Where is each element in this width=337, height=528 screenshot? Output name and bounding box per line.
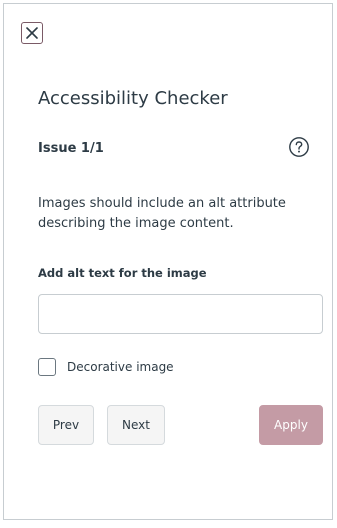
close-button[interactable] — [21, 22, 43, 44]
apply-button[interactable]: Apply — [259, 405, 323, 445]
decorative-image-row: Decorative image — [38, 358, 174, 376]
question-circle-icon[interactable] — [288, 136, 310, 158]
prev-button[interactable]: Prev — [38, 405, 94, 445]
close-icon — [26, 27, 38, 39]
dialog-title: Accessibility Checker — [38, 88, 228, 109]
alt-text-input[interactable] — [38, 294, 323, 334]
issue-counter: Issue 1/1 — [38, 141, 104, 156]
next-button[interactable]: Next — [107, 405, 165, 445]
accessibility-checker-panel: Accessibility Checker Issue 1/1 Images s… — [3, 3, 333, 520]
decorative-image-checkbox[interactable] — [38, 358, 56, 376]
alt-text-label: Add alt text for the image — [38, 266, 207, 280]
decorative-image-label[interactable]: Decorative image — [67, 360, 174, 374]
issue-message: Images should include an alt attribute d… — [38, 196, 286, 231]
